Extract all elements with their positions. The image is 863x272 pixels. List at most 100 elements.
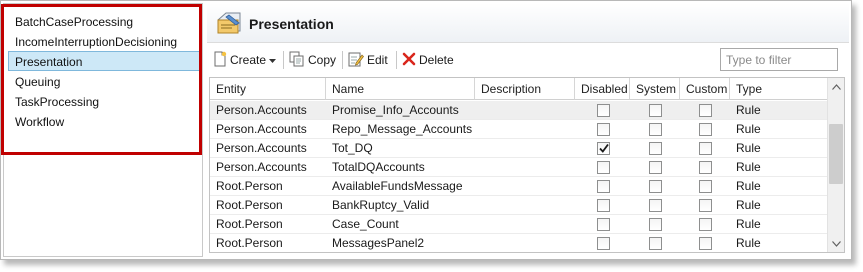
- category-item[interactable]: Workflow: [8, 111, 202, 131]
- description-cell: [475, 158, 575, 177]
- table-row[interactable]: Person.Accounts TotalDQAccounts Rule: [210, 158, 828, 177]
- entity-cell: Root.Person: [216, 198, 283, 212]
- vertical-scrollbar[interactable]: [827, 78, 844, 252]
- name-cell: TotalDQAccounts: [332, 160, 425, 174]
- create-button-label: Create: [230, 53, 267, 67]
- entity-cell: Person.Accounts: [216, 160, 307, 174]
- toolbar-separator: [342, 51, 343, 69]
- custom-checkbox[interactable]: [699, 142, 712, 155]
- system-checkbox[interactable]: [649, 218, 662, 231]
- disabled-checkbox[interactable]: [597, 142, 610, 155]
- toolbar-separator: [283, 51, 284, 69]
- col-type-header[interactable]: Type: [730, 78, 828, 100]
- col-custom-header[interactable]: Custom: [680, 78, 730, 100]
- custom-checkbox[interactable]: [699, 161, 712, 174]
- edit-button[interactable]: Edit: [348, 49, 388, 71]
- category-list: BatchCaseProcessing IncomeInterruptionDec…: [8, 11, 202, 131]
- scroll-down-arrow-icon[interactable]: [828, 235, 844, 252]
- type-cell: Rule: [736, 122, 761, 136]
- chevron-down-icon: [269, 53, 279, 67]
- disabled-checkbox[interactable]: [597, 180, 610, 193]
- type-cell: Rule: [736, 217, 761, 231]
- app-window: BatchCaseProcessing IncomeInterruptionDec…: [0, 0, 852, 260]
- system-checkbox[interactable]: [649, 199, 662, 212]
- system-checkbox[interactable]: [649, 180, 662, 193]
- toolbar: Create Copy Edit Delete Type to filter: [207, 46, 849, 74]
- disabled-checkbox[interactable]: [597, 237, 610, 250]
- col-entity-header[interactable]: Entity: [210, 78, 326, 100]
- entity-cell: Root.Person: [216, 236, 283, 250]
- system-checkbox[interactable]: [649, 123, 662, 136]
- table-row[interactable]: Root.Person BankRuptcy_Valid Rule: [210, 196, 828, 215]
- disabled-checkbox[interactable]: [597, 218, 610, 231]
- category-item[interactable]: Presentation: [8, 51, 202, 71]
- description-cell: [475, 120, 575, 139]
- system-checkbox[interactable]: [649, 237, 662, 250]
- name-cell: AvailableFundsMessage: [332, 179, 463, 193]
- category-item[interactable]: TaskProcessing: [8, 91, 202, 111]
- delete-button[interactable]: Delete: [402, 49, 454, 71]
- delete-x-icon: [402, 52, 419, 69]
- copy-icon: [289, 51, 308, 70]
- category-item[interactable]: BatchCaseProcessing: [8, 11, 202, 31]
- type-cell: Rule: [736, 103, 761, 117]
- table-row[interactable]: Root.Person Case_Count Rule: [210, 215, 828, 234]
- system-checkbox[interactable]: [649, 104, 662, 117]
- name-cell: Promise_Info_Accounts: [332, 103, 459, 117]
- create-button[interactable]: Create: [213, 49, 279, 71]
- system-checkbox[interactable]: [649, 161, 662, 174]
- edit-icon: [348, 51, 367, 70]
- type-cell: Rule: [736, 141, 761, 155]
- panel-header: Presentation: [207, 3, 849, 43]
- custom-checkbox[interactable]: [699, 237, 712, 250]
- disabled-checkbox[interactable]: [597, 199, 610, 212]
- scrollbar-thumb[interactable]: [829, 124, 843, 184]
- type-cell: Rule: [736, 179, 761, 193]
- table-row[interactable]: Root.Person MessagesPanel2 Rule: [210, 234, 828, 252]
- name-cell: BankRuptcy_Valid: [332, 198, 430, 212]
- category-item[interactable]: Queuing: [8, 71, 202, 91]
- entity-cell: Root.Person: [216, 217, 283, 231]
- type-cell: Rule: [736, 160, 761, 174]
- copy-button[interactable]: Copy: [289, 49, 336, 71]
- new-item-icon: [213, 51, 230, 70]
- table-row[interactable]: Person.Accounts Promise_Info_Accounts Rule: [210, 101, 828, 120]
- custom-checkbox[interactable]: [699, 199, 712, 212]
- type-cell: Rule: [736, 198, 761, 212]
- name-cell: Repo_Message_Accounts: [332, 122, 473, 136]
- description-cell: [475, 215, 575, 234]
- custom-checkbox[interactable]: [699, 123, 712, 136]
- col-system-header[interactable]: System: [630, 78, 680, 100]
- col-description-header[interactable]: Description: [475, 78, 575, 100]
- type-cell: Rule: [736, 236, 761, 250]
- filter-input[interactable]: [720, 48, 838, 71]
- scroll-up-arrow-icon[interactable]: [828, 78, 844, 95]
- category-item[interactable]: IncomeInterruptionDecisioning: [8, 31, 202, 51]
- system-checkbox[interactable]: [649, 142, 662, 155]
- category-list-panel: BatchCaseProcessing IncomeInterruptionDec…: [3, 3, 203, 257]
- rules-grid: Entity Name Description Disabled System Custo…: [209, 77, 845, 253]
- disabled-checkbox[interactable]: [597, 104, 610, 117]
- name-cell: MessagesPanel2: [332, 236, 425, 250]
- table-row[interactable]: Person.Accounts Repo_Message_Accounts Rule: [210, 120, 828, 139]
- entity-cell: Person.Accounts: [216, 103, 307, 117]
- description-cell: [475, 101, 575, 120]
- edit-button-label: Edit: [367, 53, 388, 67]
- table-row[interactable]: Root.Person AvailableFundsMessage Rule: [210, 177, 828, 196]
- name-cell: Tot_DQ: [332, 141, 373, 155]
- description-cell: [475, 196, 575, 215]
- col-disabled-header[interactable]: Disabled: [575, 78, 630, 100]
- disabled-checkbox[interactable]: [597, 161, 610, 174]
- table-row[interactable]: Person.Accounts Tot_DQ Rule: [210, 139, 828, 158]
- entity-cell: Person.Accounts: [216, 122, 307, 136]
- custom-checkbox[interactable]: [699, 104, 712, 117]
- col-name-header[interactable]: Name: [326, 78, 475, 100]
- disabled-checkbox[interactable]: [597, 123, 610, 136]
- custom-checkbox[interactable]: [699, 218, 712, 231]
- page-title: Presentation: [249, 16, 334, 32]
- presentation-folder-icon: [215, 11, 243, 37]
- description-cell: [475, 234, 575, 252]
- toolbar-separator: [396, 51, 397, 69]
- entity-cell: Person.Accounts: [216, 141, 307, 155]
- custom-checkbox[interactable]: [699, 180, 712, 193]
